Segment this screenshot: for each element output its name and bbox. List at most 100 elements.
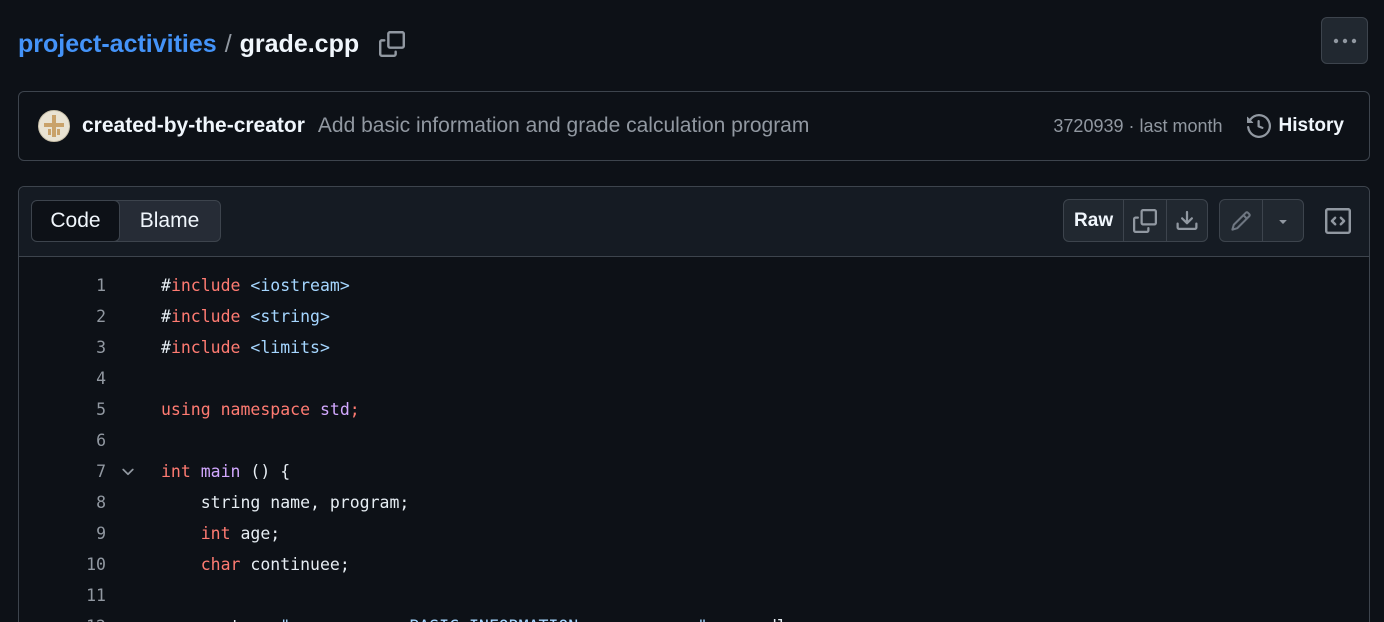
line-number[interactable]: 11: [19, 580, 106, 611]
line-content: int main () {: [161, 456, 290, 487]
code-view: 1 #include <iostream> 2 #include <string> 3 #…: [19, 257, 1369, 622]
code-token: std: [319, 400, 350, 419]
code-token: include: [170, 307, 241, 326]
pencil-icon: [1231, 210, 1251, 231]
kebab-horizontal-icon: [1333, 38, 1356, 43]
line-number[interactable]: 9: [19, 518, 106, 549]
line-number[interactable]: 3: [19, 332, 106, 363]
download-raw-button[interactable]: [1167, 200, 1207, 241]
line-number[interactable]: 7: [19, 456, 106, 487]
file-toolbar: Code Blame Raw: [19, 187, 1369, 257]
avatar[interactable]: [38, 110, 70, 142]
copy-icon: [379, 31, 406, 57]
code-line: 6: [19, 425, 1369, 456]
line-number[interactable]: 12: [19, 611, 106, 622]
line-number[interactable]: 5: [19, 394, 106, 425]
code-token: include: [170, 338, 241, 357]
latest-commit-bar: created-by-the-creator Add basic informa…: [18, 91, 1370, 161]
raw-button-label: Raw: [1074, 209, 1114, 231]
code-token: main: [200, 462, 241, 481]
code-token: using: [161, 400, 211, 419]
download-icon: [1176, 210, 1198, 230]
line-number[interactable]: 4: [19, 363, 106, 394]
fold-chevron-icon[interactable]: [119, 456, 137, 487]
code-line: 10 char continuee;: [19, 549, 1369, 580]
code-line: 2 #include <string>: [19, 301, 1369, 332]
raw-button[interactable]: Raw: [1064, 200, 1125, 241]
edit-options-dropdown[interactable]: [1263, 200, 1304, 241]
commit-sha-and-date[interactable]: 3720939 · last month: [1053, 116, 1222, 137]
code-line: 1 #include <iostream>: [19, 270, 1369, 301]
code-line: 5 using namespace std;: [19, 394, 1369, 425]
edit-file-button[interactable]: [1220, 200, 1263, 241]
code-token: string name, program;: [161, 493, 410, 512]
line-content: using namespace std;: [161, 394, 360, 425]
view-mode-toggle: Code Blame: [31, 200, 221, 242]
history-icon: [1246, 114, 1271, 138]
commit-message-link[interactable]: Add basic information and grade calculat…: [318, 114, 809, 138]
code-token: <iostream>: [250, 276, 350, 295]
code-square-icon: [1324, 207, 1351, 234]
line-number[interactable]: 6: [19, 425, 106, 456]
copy-raw-button[interactable]: [1124, 200, 1167, 241]
code-token: <limits>: [250, 338, 330, 357]
more-options-button[interactable]: [1321, 17, 1368, 64]
code-token: #: [161, 338, 171, 357]
breadcrumb-separator: /: [224, 29, 232, 58]
code-token: () {: [240, 462, 291, 481]
line-number[interactable]: 8: [19, 487, 106, 518]
line-number[interactable]: 10: [19, 549, 106, 580]
line-content: #include <string>: [161, 301, 330, 332]
code-token: <string>: [250, 307, 330, 326]
code-token: char: [200, 555, 241, 574]
code-token: #: [161, 276, 171, 295]
code-token: #: [161, 307, 171, 326]
avatar-image: [44, 115, 64, 137]
code-token: namespace: [220, 400, 311, 419]
code-line: 3 #include <limits>: [19, 332, 1369, 363]
code-token: "----------- BASIC INFORMATION ---------…: [280, 617, 707, 622]
commit-author-link[interactable]: created-by-the-creator: [82, 114, 305, 138]
breadcrumb-file-name: grade.cpp: [239, 29, 360, 58]
copy-path-button[interactable]: [377, 29, 407, 59]
breadcrumb-repo-link[interactable]: project-activities: [18, 30, 217, 59]
line-number[interactable]: 2: [19, 301, 106, 332]
code-token: continuee;: [240, 555, 350, 574]
tab-code[interactable]: Code: [32, 201, 120, 241]
code-token: cout <<: [161, 617, 280, 622]
line-content: #include <iostream>: [161, 270, 350, 301]
triangle-down-icon: [1279, 219, 1287, 224]
code-line: 8 string name, program;: [19, 487, 1369, 518]
code-token: int: [200, 524, 231, 543]
line-content: char continuee;: [161, 549, 350, 580]
line-content: int age;: [161, 518, 280, 549]
file-view-page: project-activities / grade.cpp created-b…: [0, 0, 1384, 622]
copy-icon: [1132, 208, 1157, 233]
code-token: << endl;: [707, 617, 796, 622]
file-viewer: Code Blame Raw 1 #include <iostream> 2 #…: [18, 186, 1370, 622]
code-token: age;: [230, 524, 281, 543]
code-token: ;: [349, 400, 360, 419]
line-number[interactable]: 1: [19, 270, 106, 301]
line-content: #include <limits>: [161, 332, 330, 363]
line-content: cout << "----------- BASIC INFORMATION -…: [161, 611, 797, 622]
code-line: 7 int main () {: [19, 456, 1369, 487]
code-token: int: [161, 462, 191, 481]
history-label: History: [1278, 115, 1344, 136]
code-line: 11: [19, 580, 1369, 611]
code-line: 9 int age;: [19, 518, 1369, 549]
code-token: include: [170, 276, 241, 295]
breadcrumb: project-activities / grade.cpp: [18, 26, 407, 62]
history-button[interactable]: History: [1246, 114, 1344, 138]
line-content: string name, program;: [161, 487, 410, 518]
tab-blame[interactable]: Blame: [119, 201, 220, 241]
code-line: 4: [19, 363, 1369, 394]
symbols-panel-button[interactable]: [1316, 199, 1359, 242]
